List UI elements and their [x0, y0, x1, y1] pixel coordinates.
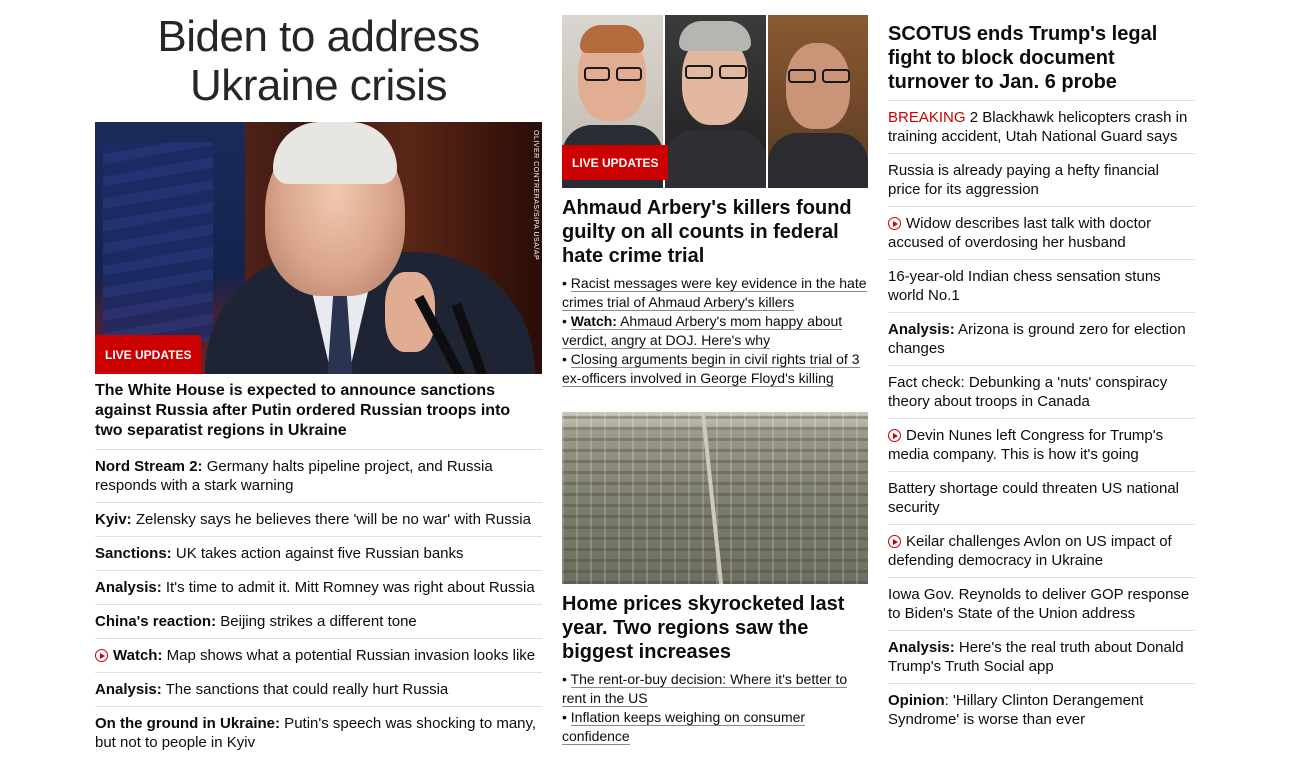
- story-label: Nord Stream 2:: [95, 458, 203, 475]
- story-label: Watch:: [113, 647, 163, 664]
- related-story-item[interactable]: Analysis: It's time to admit it. Mitt Ro…: [95, 571, 542, 605]
- play-icon: [888, 429, 901, 442]
- headline-text: Devin Nunes left Congress for Trump's me…: [888, 427, 1164, 463]
- aerial-neighborhood-image[interactable]: [562, 412, 868, 584]
- arbery-headline[interactable]: Ahmaud Arbery's killers found guilty on …: [562, 196, 868, 268]
- headline-list: BREAKING 2 Blackhawk helicopters crash i…: [888, 100, 1195, 736]
- glasses-shape: [719, 65, 747, 79]
- live-updates-badge[interactable]: LIVE UPDATES: [562, 145, 669, 180]
- related-story-item[interactable]: Kyiv: Zelensky says he believes there 'w…: [95, 503, 542, 537]
- lead-summary-link[interactable]: The White House is expected to announce …: [95, 381, 542, 450]
- live-updates-badge[interactable]: LIVE UPDATES: [95, 335, 202, 374]
- headline-text: Keilar challenges Avlon on US impact of …: [888, 533, 1172, 569]
- related-story-item[interactable]: On the ground in Ukraine: Putin's speech…: [95, 707, 542, 759]
- story-text: The sanctions that could really hurt Rus…: [161, 681, 449, 698]
- arbery-related-list: • Racist messages were key evidence in t…: [562, 274, 868, 388]
- sub-story-link[interactable]: • Closing arguments begin in civil right…: [562, 350, 868, 388]
- headline-item[interactable]: Opinion: 'Hillary Clinton Derangement Sy…: [888, 684, 1195, 736]
- sub-story-link[interactable]: • Watch: Ahmaud Arbery's mom happy about…: [562, 312, 868, 350]
- play-icon: [888, 535, 901, 548]
- headline-item[interactable]: Iowa Gov. Reynolds to deliver GOP respon…: [888, 578, 1195, 631]
- portrait-2: [665, 15, 766, 188]
- photo-credit: OLIVER CONTRERAS/SIPA USA/AP: [532, 130, 539, 261]
- related-story-item[interactable]: Analysis: The sanctions that could reall…: [95, 673, 542, 707]
- portrait-hair: [580, 25, 644, 53]
- headline-label: Analysis:: [888, 639, 955, 656]
- related-story-item[interactable]: Sanctions: UK takes action against five …: [95, 537, 542, 571]
- sub-story-text: Closing arguments begin in civil rights …: [562, 351, 860, 386]
- breaking-label: BREAKING: [888, 109, 966, 126]
- headline-text: 16-year-old Indian chess sensation stuns…: [888, 268, 1161, 304]
- related-story-item[interactable]: China's reaction: Beijing strikes a diff…: [95, 605, 542, 639]
- sub-story-text: Racist messages were key evidence in the…: [562, 275, 867, 310]
- defendants-photo-strip[interactable]: LIVE UPDATES: [562, 15, 868, 188]
- portrait-hair: [679, 21, 751, 51]
- related-stories-list: Nord Stream 2: Germany halts pipeline pr…: [95, 450, 542, 759]
- story-label: China's reaction:: [95, 613, 217, 630]
- headline-item[interactable]: Battery shortage could threaten US natio…: [888, 472, 1195, 525]
- glasses-shape: [822, 69, 850, 83]
- headline-item[interactable]: Keilar challenges Avlon on US impact of …: [888, 525, 1195, 578]
- headline-item[interactable]: Devin Nunes left Congress for Trump's me…: [888, 419, 1195, 472]
- sub-story-text-wrap: Watch: Ahmaud Arbery's mom happy about v…: [562, 313, 843, 349]
- home-prices-related-list: • The rent-or-buy decision: Where it's b…: [562, 670, 868, 746]
- story-text: Zelensky says he believes there 'will be…: [131, 511, 531, 528]
- sub-story-text: Inflation keeps weighing on consumer con…: [562, 709, 806, 744]
- glasses-shape: [616, 67, 642, 81]
- headline-text: Russia is already paying a hefty financi…: [888, 162, 1159, 198]
- headline-item[interactable]: BREAKING 2 Blackhawk helicopters crash i…: [888, 100, 1195, 154]
- portrait-body: [665, 130, 766, 188]
- home-prices-headline[interactable]: Home prices skyrocketed last year. Two r…: [562, 592, 868, 664]
- story-text: Map shows what a potential Russian invas…: [162, 647, 536, 664]
- glasses-shape: [584, 67, 610, 81]
- right-column: SCOTUS ends Trump's legal fight to block…: [888, 22, 1195, 736]
- houses-pattern: [562, 412, 868, 584]
- portrait-face: [786, 43, 850, 129]
- story-text: Beijing strikes a different tone: [216, 613, 417, 630]
- sub-story-link[interactable]: • The rent-or-buy decision: Where it's b…: [562, 670, 868, 708]
- headline-item[interactable]: Fact check: Debunking a 'nuts' conspirac…: [888, 366, 1195, 419]
- story-text: UK takes action against five Russian ban…: [171, 545, 464, 562]
- scotus-headline[interactable]: SCOTUS ends Trump's legal fight to block…: [888, 22, 1195, 94]
- glasses-shape: [788, 69, 816, 83]
- headline-item[interactable]: 16-year-old Indian chess sensation stuns…: [888, 260, 1195, 313]
- story-label: Kyiv:: [95, 511, 132, 528]
- story-text: It's time to admit it. Mitt Romney was r…: [161, 579, 535, 596]
- story-label: On the ground in Ukraine:: [95, 715, 281, 732]
- glasses-shape: [685, 65, 713, 79]
- sub-story-text: The rent-or-buy decision: Where it's bet…: [562, 671, 848, 706]
- headline-label: Opinion: [888, 692, 945, 709]
- portrait-body: [768, 133, 868, 188]
- lead-story-image[interactable]: OLIVER CONTRERAS/SIPA USA/AP LIVE UPDATE…: [95, 122, 542, 374]
- play-icon: [95, 649, 108, 662]
- story-label: Sanctions:: [95, 545, 172, 562]
- headline-text: Battery shortage could threaten US natio…: [888, 480, 1180, 516]
- headline-item[interactable]: Analysis: Here's the real truth about Do…: [888, 631, 1195, 684]
- headline-item[interactable]: Widow describes last talk with doctor ac…: [888, 207, 1195, 260]
- lead-story-column: Biden to address Ukraine crisis OLIVER C…: [95, 12, 542, 759]
- portrait-3: [768, 15, 868, 188]
- headline-label: Analysis:: [888, 321, 955, 338]
- sub-story-label: Watch:: [570, 313, 617, 329]
- headline-item[interactable]: Russia is already paying a hefty financi…: [888, 154, 1195, 207]
- middle-column: LIVE UPDATES Ahmaud Arbery's killers fou…: [562, 15, 868, 746]
- speaker-hair: [273, 122, 397, 184]
- headline-item[interactable]: Analysis: Arizona is ground zero for ele…: [888, 313, 1195, 366]
- headline-text: Iowa Gov. Reynolds to deliver GOP respon…: [888, 586, 1190, 622]
- sub-story-text-wrap: Racist messages were key evidence in the…: [562, 275, 867, 311]
- headline-text: Fact check: Debunking a 'nuts' conspirac…: [888, 374, 1168, 410]
- sub-story-text-wrap: The rent-or-buy decision: Where it's bet…: [562, 671, 848, 707]
- sub-story-link[interactable]: • Racist messages were key evidence in t…: [562, 274, 868, 312]
- related-story-item[interactable]: Nord Stream 2: Germany halts pipeline pr…: [95, 450, 542, 503]
- story-label: Analysis:: [95, 579, 162, 596]
- related-story-item[interactable]: Watch: Map shows what a potential Russia…: [95, 639, 542, 673]
- sub-story-text-wrap: Inflation keeps weighing on consumer con…: [562, 709, 806, 745]
- headline-text: Widow describes last talk with doctor ac…: [888, 215, 1152, 251]
- story-label: Analysis:: [95, 681, 162, 698]
- play-icon: [888, 217, 901, 230]
- lead-headline[interactable]: Biden to address Ukraine crisis: [95, 12, 542, 110]
- sub-story-link[interactable]: • Inflation keeps weighing on consumer c…: [562, 708, 868, 746]
- sub-story-text-wrap: Closing arguments begin in civil rights …: [562, 351, 860, 387]
